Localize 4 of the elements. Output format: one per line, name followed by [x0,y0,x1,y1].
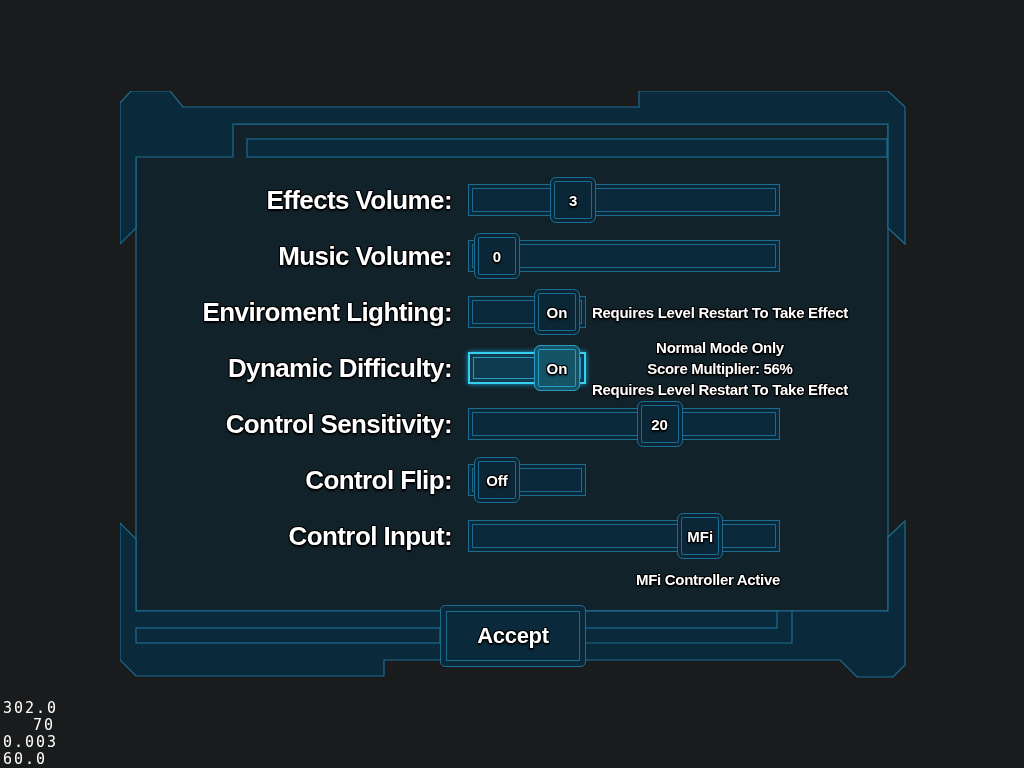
debug-readout-text: 0.003 [3,734,59,751]
debug-readout-text: 60.0 [3,751,48,768]
debug-readout-text: 70 [32,717,56,734]
debug-readout-text: 302.0 [3,700,59,717]
